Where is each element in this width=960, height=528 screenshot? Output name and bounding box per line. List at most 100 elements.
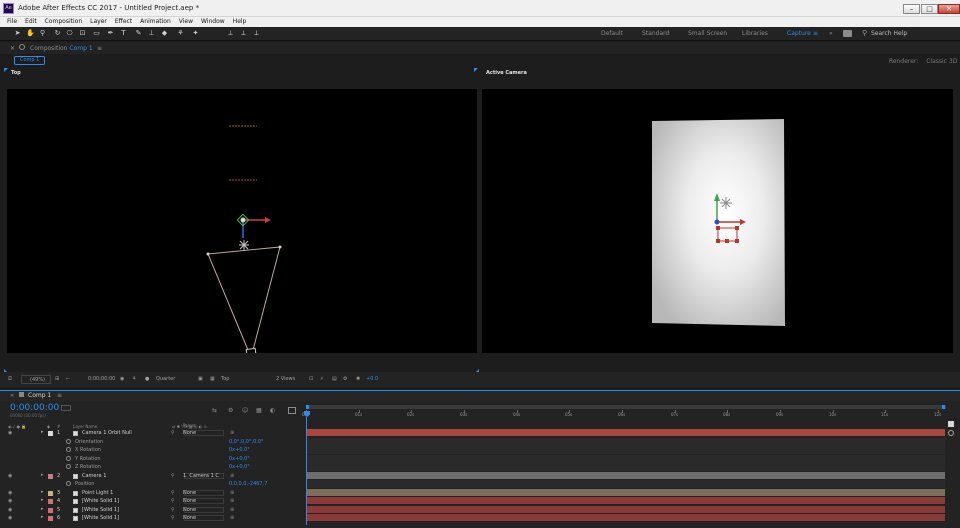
layer-name[interactable]: Point Light 1 bbox=[82, 489, 113, 497]
world-axis-icon[interactable]: ⟂ bbox=[239, 29, 248, 38]
search-help-field[interactable]: ⚲ Search Help bbox=[862, 29, 954, 38]
visibility-eye-icon[interactable]: ◉ bbox=[8, 490, 12, 496]
property-value[interactable]: 0x+0,0° bbox=[229, 463, 250, 471]
hand-tool-icon[interactable]: ✋ bbox=[26, 29, 35, 38]
menu-effect[interactable]: Effect bbox=[115, 17, 132, 27]
visibility-eye-icon[interactable]: ◉ bbox=[8, 473, 12, 479]
layer-row[interactable]: ◉ ▸ 4 [White Solid 1] ⚲ ⊛ None bbox=[0, 497, 960, 505]
property-value[interactable]: 0x+0,0° bbox=[229, 446, 250, 454]
3d-layer-switch-icon[interactable]: ⊛ bbox=[230, 498, 234, 504]
show-snapshot-icon[interactable]: ⚘ bbox=[132, 376, 136, 382]
layer-row[interactable]: ◉ ▸ 6 [White Solid 1] ⚲ ⊛ None bbox=[0, 514, 960, 522]
fast-previews-icon[interactable]: ⚡ bbox=[320, 376, 324, 382]
menu-edit[interactable]: Edit bbox=[25, 17, 37, 27]
twirl-arrow-icon[interactable]: ▸ bbox=[41, 472, 44, 478]
stopwatch-icon[interactable] bbox=[66, 481, 71, 486]
menu-animation[interactable]: Animation bbox=[140, 17, 171, 27]
workspace-overflow-icon[interactable]: » bbox=[829, 30, 833, 37]
view-axis-icon[interactable]: ⟂ bbox=[252, 29, 261, 38]
label-color-swatch[interactable] bbox=[48, 431, 53, 436]
region-of-interest-icon[interactable]: ▣ bbox=[198, 376, 203, 382]
layer-duration-bar[interactable] bbox=[306, 514, 945, 521]
menu-help[interactable]: Help bbox=[233, 17, 247, 27]
property-row[interactable]: Position 0,0,0,0,-2467,7 bbox=[0, 480, 960, 488]
layer-name[interactable]: Camera 1 bbox=[82, 472, 106, 480]
layer-switches-icon[interactable]: ⚲ bbox=[171, 498, 175, 504]
workspace-default[interactable]: Default bbox=[601, 30, 623, 37]
type-tool-icon[interactable]: T bbox=[119, 29, 128, 38]
roto-brush-tool-icon[interactable]: ⚘ bbox=[176, 29, 185, 38]
rotation-tool-icon[interactable]: ↻ bbox=[53, 29, 62, 38]
workspace-sync-icon[interactable] bbox=[843, 30, 852, 37]
graph-editor-icon[interactable] bbox=[288, 407, 296, 414]
panel-close-icon[interactable]: ✕ bbox=[10, 45, 15, 52]
property-value[interactable]: 0,0,0,0,-2467,7 bbox=[229, 480, 267, 488]
layer-switches-icon[interactable]: ⚲ bbox=[171, 515, 175, 521]
property-value[interactable]: 0,0°,0,0°,0,0° bbox=[229, 438, 264, 446]
layer-duration-bar[interactable] bbox=[306, 506, 945, 513]
layer-name[interactable]: Camera 1 Orbit Null bbox=[82, 429, 132, 437]
clone-stamp-tool-icon[interactable]: ⊥ bbox=[147, 29, 156, 38]
visibility-eye-icon[interactable]: ◉ bbox=[8, 498, 12, 504]
layer-row[interactable]: ◉ ▸ 2 Camera 1 ⚲ ⊛ 1. Camera 1 C bbox=[0, 472, 960, 480]
layer-switches-icon[interactable]: ⚲ bbox=[171, 507, 175, 513]
menu-view[interactable]: View bbox=[179, 17, 193, 27]
snapshot-icon[interactable]: ◉ bbox=[120, 376, 124, 382]
layer-duration-bar[interactable] bbox=[306, 472, 945, 479]
timeline-close-icon[interactable]: ✕ bbox=[10, 393, 14, 399]
property-row[interactable]: Orientation 0,0°,0,0°,0,0° bbox=[0, 438, 960, 446]
parent-column-header[interactable]: Parent bbox=[183, 423, 196, 428]
puppet-tool-icon[interactable]: ✦ bbox=[191, 29, 200, 38]
expand-icon[interactable]: ⊞ bbox=[55, 376, 59, 382]
twirl-arrow-icon[interactable]: ▸ bbox=[41, 506, 44, 512]
time-ruler[interactable]: 0s01s02s03s04s05s06s07s08s09s10s11s12s bbox=[302, 410, 946, 421]
visibility-eye-icon[interactable]: ◉ bbox=[8, 507, 12, 513]
3d-view-dropdown[interactable]: Top bbox=[221, 376, 229, 382]
work-area-end-handle[interactable] bbox=[942, 405, 945, 409]
safe-zones-icon[interactable]: ⌐ bbox=[66, 376, 70, 382]
twirl-arrow-icon[interactable]: ▸ bbox=[41, 429, 44, 435]
resolution-dropdown[interactable]: Quarter bbox=[156, 376, 175, 382]
selection-tool-icon[interactable]: ➤ bbox=[13, 29, 22, 38]
workspace-small-screen[interactable]: Small Screen bbox=[688, 30, 727, 37]
reset-exposure-icon[interactable]: ✺ bbox=[356, 376, 360, 382]
panel-menu-icon[interactable]: ≡ bbox=[97, 45, 102, 52]
close-button[interactable]: ✕ bbox=[938, 4, 960, 14]
stopwatch-icon[interactable] bbox=[66, 456, 71, 461]
renderer-readout[interactable]: Renderer: Classic 3D bbox=[889, 58, 957, 65]
local-axis-icon[interactable]: ⟂ bbox=[226, 29, 235, 38]
label-color-swatch[interactable] bbox=[48, 491, 53, 496]
menu-window[interactable]: Window bbox=[201, 17, 225, 27]
pan-behind-tool-icon[interactable]: ⊡ bbox=[78, 29, 87, 38]
flowchart-icon[interactable]: ⚙ bbox=[343, 376, 347, 382]
workspace-standard[interactable]: Standard bbox=[642, 30, 669, 37]
layer-row[interactable]: ◉ ▸ 1 Camera 1 Orbit Null ⚲ ⊛ None bbox=[0, 429, 960, 437]
layer-row[interactable]: ◉ ▸ 5 [White Solid 1] ⚲ ⊛ None bbox=[0, 506, 960, 514]
work-area-start-handle[interactable] bbox=[306, 405, 309, 409]
twirl-arrow-icon[interactable]: ▸ bbox=[41, 514, 44, 520]
footer-timecode[interactable]: 0:00:00:00 bbox=[88, 376, 115, 382]
layer-switches-icon[interactable]: ⚲ bbox=[171, 473, 175, 479]
stopwatch-icon[interactable] bbox=[66, 439, 71, 444]
top-view-viewer[interactable] bbox=[7, 89, 477, 353]
timeline-scroll-up-icon[interactable] bbox=[948, 421, 954, 427]
layer-duration-bar[interactable] bbox=[306, 429, 945, 436]
comp-subtab[interactable]: Comp 1 bbox=[14, 56, 46, 65]
layer-row[interactable]: ◉ ▸ 3 Point Light 1 ⚲ ⊛ None bbox=[0, 489, 960, 497]
layer-switches-icon[interactable]: ⚲ bbox=[171, 430, 175, 436]
twirl-arrow-icon[interactable]: ▸ bbox=[41, 489, 44, 495]
layer-name[interactable]: [White Solid 1] bbox=[82, 497, 119, 505]
timeline-zoom-icon[interactable] bbox=[948, 430, 954, 436]
motion-blur-icon[interactable]: ◐ bbox=[270, 407, 275, 414]
minimize-button[interactable]: – bbox=[903, 4, 920, 14]
exposure-value[interactable]: +0.0 bbox=[366, 376, 378, 382]
menu-composition[interactable]: Composition bbox=[45, 17, 82, 27]
transparency-grid-icon[interactable]: ▦ bbox=[210, 376, 215, 382]
workspace-capture[interactable]: Capture bbox=[787, 30, 811, 37]
rectangle-tool-icon[interactable]: ▭ bbox=[92, 29, 101, 38]
3d-layer-switch-icon[interactable]: ⊛ bbox=[230, 430, 234, 436]
panel-lock-icon[interactable] bbox=[19, 44, 25, 50]
frame-blending-icon[interactable]: ▦ bbox=[256, 407, 262, 414]
property-value[interactable]: 0x+0,0° bbox=[229, 455, 250, 463]
color-picker-icon[interactable]: ● bbox=[145, 376, 149, 382]
